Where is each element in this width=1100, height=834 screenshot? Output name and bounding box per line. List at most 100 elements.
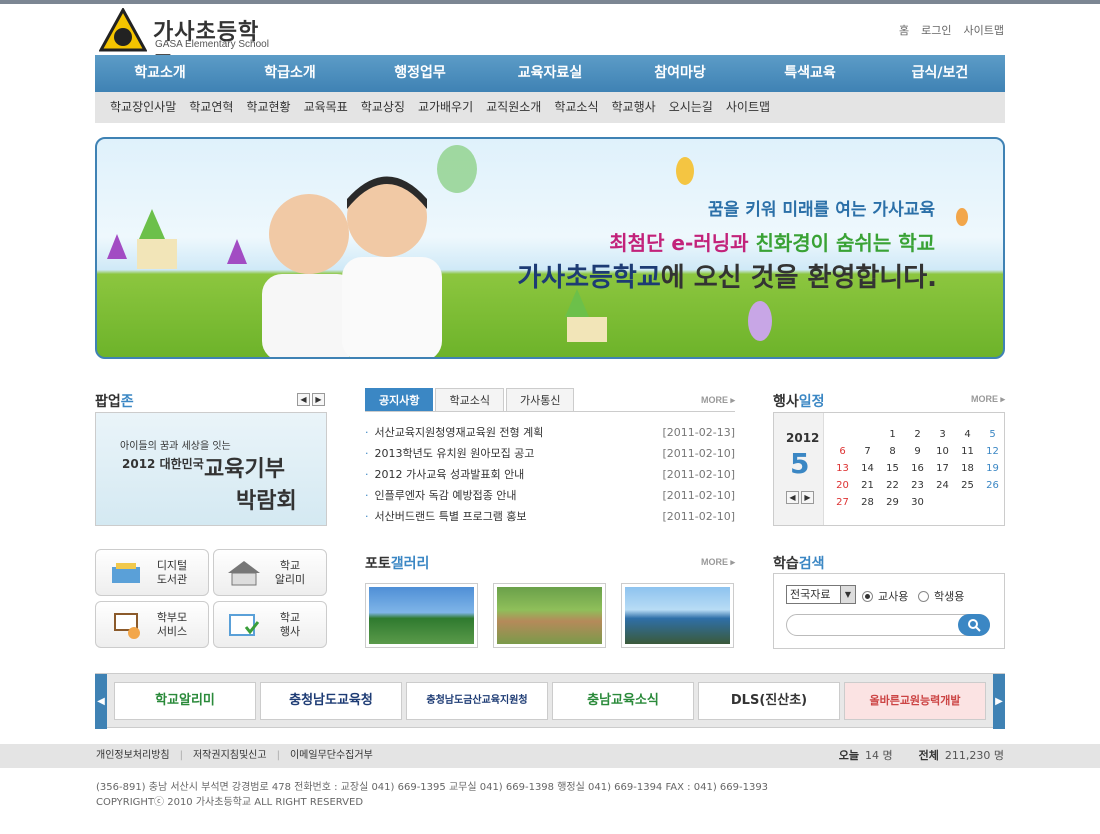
- notice-more-link[interactable]: MORE ▸: [701, 395, 735, 406]
- calendar-day[interactable]: 19: [980, 460, 1005, 477]
- calendar-day[interactable]: 21: [855, 477, 880, 494]
- calendar-day[interactable]: 14: [855, 460, 880, 477]
- calendar-day[interactable]: 4: [955, 426, 980, 443]
- school-event-button[interactable]: 학교 행사: [213, 601, 327, 648]
- tab-home-letter[interactable]: 가사통신: [505, 388, 575, 412]
- calendar-month: 5: [790, 447, 810, 480]
- subnav-item[interactable]: 학교현황: [246, 92, 290, 123]
- calendar-day[interactable]: 13: [830, 460, 855, 477]
- list-item[interactable]: 2012 가사교육 성과발표회 안내 [2011-02-10]: [365, 464, 736, 485]
- calendar-day[interactable]: 17: [930, 460, 955, 477]
- calendar-day[interactable]: 25: [955, 477, 980, 494]
- nav-community[interactable]: 참여마당: [615, 55, 745, 92]
- subnav-item[interactable]: 오시는길: [669, 92, 713, 123]
- link-chungnam-office[interactable]: 충청남도교육청: [260, 682, 402, 720]
- tab-school-news[interactable]: 학교소식: [435, 388, 504, 412]
- sitemap-link[interactable]: 사이트맵: [964, 22, 1004, 38]
- calendar-day[interactable]: 3: [930, 426, 955, 443]
- notice-title[interactable]: 2013학년도 유치원 원아모집 공고: [365, 443, 535, 464]
- login-link[interactable]: 로그인: [921, 22, 951, 38]
- radio-student[interactable]: 학생용: [918, 588, 964, 604]
- school-info-button[interactable]: 학교 알리미: [213, 549, 327, 596]
- calendar-day[interactable]: 28: [855, 494, 880, 511]
- gallery-photo[interactable]: [365, 583, 478, 648]
- subnav-item[interactable]: 학교행사: [612, 92, 656, 123]
- link-geumsan-office[interactable]: 충청남도금산교육지원청: [406, 682, 548, 720]
- parent-service-button[interactable]: 학부모 서비스: [95, 601, 209, 648]
- main-nav: 학교소개 학급소개 행정업무 교육자료실 참여마당 특색교육 급식/보건: [95, 55, 1005, 92]
- calendar-day[interactable]: 5: [980, 426, 1005, 443]
- copyright-text: COPYRIGHTⓒ 2010 가사초등학교 ALL RIGHT RESERVE…: [96, 797, 364, 808]
- calendar-day[interactable]: 9: [905, 443, 930, 460]
- subnav-item[interactable]: 사이트맵: [726, 92, 770, 123]
- prev-arrow-icon[interactable]: ◀: [297, 393, 310, 406]
- subnav-item[interactable]: 교육목표: [304, 92, 348, 123]
- next-arrow-icon[interactable]: ▶: [312, 393, 325, 406]
- calendar-more-link[interactable]: MORE ▸: [971, 394, 1005, 405]
- calendar-day[interactable]: 2: [905, 426, 930, 443]
- calendar-day[interactable]: 7: [855, 443, 880, 460]
- privacy-policy-link[interactable]: 개인정보처리방침: [96, 744, 170, 768]
- calendar-day[interactable]: 26: [980, 477, 1005, 494]
- digital-library-button[interactable]: 디지털 도서관: [95, 549, 209, 596]
- notice-title[interactable]: 2012 가사교육 성과발표회 안내: [365, 464, 525, 485]
- calendar-day[interactable]: 12: [980, 443, 1005, 460]
- subnav-item[interactable]: 학교장인사말: [110, 92, 176, 123]
- tab-notice[interactable]: 공지사항: [365, 388, 434, 412]
- popup-banner[interactable]: 아이들의 꿈과 세상을 잇는 2012 대한민국 교육기부 박람회: [95, 412, 327, 526]
- school-logo[interactable]: 가사초등학교 GASA Elementary School: [99, 8, 269, 77]
- nav-school-intro[interactable]: 학교소개: [95, 55, 225, 92]
- link-teacher-eval[interactable]: 올바른교원능력개발: [844, 682, 986, 720]
- subnav-item[interactable]: 학교소식: [554, 92, 598, 123]
- notice-date: [2011-02-10]: [662, 468, 735, 481]
- notice-title[interactable]: 서산교육지원청영재교육원 전형 계획: [365, 422, 544, 443]
- notice-title[interactable]: 인플루엔자 독감 예방접종 안내: [365, 485, 517, 506]
- calendar-day[interactable]: 6: [830, 443, 855, 460]
- nav-special-edu[interactable]: 특색교육: [745, 55, 875, 92]
- links-prev-icon[interactable]: ◀: [95, 674, 107, 729]
- calendar-day[interactable]: 27: [830, 494, 855, 511]
- subnav-item[interactable]: 학교상징: [361, 92, 405, 123]
- link-chungnam-news[interactable]: 충남교육소식: [552, 682, 694, 720]
- subnav-item[interactable]: 교직원소개: [486, 92, 541, 123]
- calendar-day[interactable]: 1: [880, 426, 905, 443]
- search-button[interactable]: [958, 614, 990, 636]
- gallery-photo[interactable]: [493, 583, 606, 648]
- calendar-day[interactable]: 22: [880, 477, 905, 494]
- subnav-item[interactable]: 학교연혁: [189, 92, 233, 123]
- calendar-day[interactable]: 29: [880, 494, 905, 511]
- notice-title[interactable]: 서산버드랜드 특별 프로그램 홍보: [365, 506, 527, 527]
- calendar-day[interactable]: 24: [930, 477, 955, 494]
- calendar-day[interactable]: 11: [955, 443, 980, 460]
- gallery-more-link[interactable]: MORE ▸: [701, 557, 735, 568]
- calendar-day[interactable]: 15: [880, 460, 905, 477]
- calendar-day[interactable]: 10: [930, 443, 955, 460]
- links-next-icon[interactable]: ▶: [993, 674, 1005, 729]
- link-dls[interactable]: DLS(진산초): [698, 682, 840, 720]
- calendar-day[interactable]: 30: [905, 494, 930, 511]
- calendar-day[interactable]: 23: [905, 477, 930, 494]
- email-policy-link[interactable]: 이메일무단수집거부: [290, 744, 373, 768]
- nav-admin[interactable]: 행정업무: [355, 55, 485, 92]
- radio-checked-icon: [862, 590, 873, 602]
- next-month-icon[interactable]: ▶: [801, 491, 814, 504]
- calendar-day[interactable]: 20: [830, 477, 855, 494]
- calendar-day[interactable]: 16: [905, 460, 930, 477]
- list-item[interactable]: 서산버드랜드 특별 프로그램 홍보 [2011-02-10]: [365, 506, 736, 527]
- subnav-item[interactable]: 교가배우기: [418, 92, 473, 123]
- prev-month-icon[interactable]: ◀: [786, 491, 799, 504]
- nav-meal-health[interactable]: 급식/보건: [875, 55, 1005, 92]
- link-school-alimi[interactable]: 학교알리미: [114, 682, 256, 720]
- gallery-photo[interactable]: [621, 583, 734, 648]
- home-link[interactable]: 홈: [899, 22, 909, 38]
- nav-class-intro[interactable]: 학급소개: [225, 55, 355, 92]
- category-select[interactable]: 전국자료 ▼: [786, 585, 856, 604]
- calendar-day[interactable]: 8: [880, 443, 905, 460]
- list-item[interactable]: 인플루엔자 독감 예방접종 안내 [2011-02-10]: [365, 485, 736, 506]
- radio-teacher[interactable]: 교사용: [862, 588, 908, 604]
- list-item[interactable]: 서산교육지원청영재교육원 전형 계획 [2011-02-13]: [365, 422, 736, 443]
- copyright-policy-link[interactable]: 저작권지침및신고: [193, 744, 267, 768]
- calendar-day[interactable]: 18: [955, 460, 980, 477]
- list-item[interactable]: 2013학년도 유치원 원아모집 공고 [2011-02-10]: [365, 443, 736, 464]
- nav-resources[interactable]: 교육자료실: [485, 55, 615, 92]
